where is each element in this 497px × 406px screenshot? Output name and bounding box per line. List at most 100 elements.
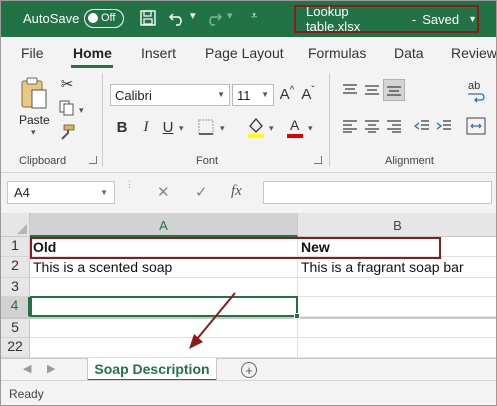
column-header-a[interactable]: A — [30, 213, 298, 237]
file-separator: - — [411, 11, 417, 27]
more-options-icon[interactable]: ⋮ — [125, 179, 134, 190]
name-box[interactable]: A4 ▼ — [7, 181, 115, 204]
underline-dropdown-icon[interactable]: ▾ — [179, 123, 184, 134]
tab-home[interactable]: Home — [73, 45, 112, 61]
file-name-box[interactable]: Lookup table.xlsx - Saved ▼ — [294, 4, 479, 34]
align-left-icon[interactable] — [341, 117, 359, 135]
underline-button[interactable]: U — [159, 117, 177, 137]
select-all-icon — [17, 224, 27, 234]
font-color-icon[interactable]: A — [285, 115, 305, 139]
row-header-5[interactable]: 5 — [1, 319, 30, 338]
status-text: Ready — [9, 387, 44, 401]
bold-button[interactable]: B — [113, 117, 131, 137]
chevron-down-icon: ▼ — [100, 188, 108, 197]
borders-dropdown-icon[interactable]: ▾ — [220, 123, 225, 134]
save-icon[interactable] — [138, 8, 158, 28]
cell-b1[interactable]: New — [298, 237, 496, 257]
cell-b3[interactable] — [298, 278, 496, 297]
sheet-tab-bar: ◀ ▶ Soap Description + — [1, 358, 496, 382]
cut-icon[interactable]: ✂ — [58, 75, 76, 93]
font-color-dropdown-icon[interactable]: ▾ — [308, 123, 313, 134]
bottom-align-icon[interactable] — [383, 79, 405, 101]
cell-b5[interactable] — [298, 319, 496, 338]
active-tab-indicator — [71, 65, 113, 68]
top-align-icon[interactable] — [341, 81, 359, 99]
cell-a3[interactable] — [30, 278, 298, 297]
clipboard-launcher-icon[interactable] — [89, 156, 97, 164]
autosave-state: Off — [101, 12, 116, 24]
copy-dropdown-icon[interactable]: ▾ — [79, 105, 84, 116]
tab-data[interactable]: Data — [394, 45, 424, 61]
cell-a2[interactable]: This is a scented soap — [30, 257, 298, 278]
svg-text:ab: ab — [468, 80, 480, 92]
scroll-left-icon[interactable]: ◀ — [23, 362, 31, 375]
autosave-toggle[interactable]: Off — [84, 9, 124, 28]
italic-button[interactable]: I — [137, 117, 155, 137]
select-all-button[interactable] — [1, 213, 30, 237]
font-launcher-icon[interactable] — [314, 156, 322, 164]
cell-a5[interactable] — [30, 319, 298, 338]
font-family-select[interactable]: Calibri ▼ — [110, 84, 230, 106]
column-header-b[interactable]: B — [298, 213, 496, 237]
undo-icon[interactable] — [167, 8, 187, 28]
cell-a22[interactable] — [30, 338, 298, 358]
ribbon: Paste ▾ ✂ ▾ Clipboard Calibri ▼ 11 ▼ A ^ … — [1, 69, 496, 173]
name-box-value: A4 — [14, 185, 30, 200]
font-size-select[interactable]: 11 ▼ — [232, 84, 274, 106]
row-header-2[interactable]: 2 — [1, 257, 30, 278]
tab-insert[interactable]: Insert — [141, 45, 176, 61]
fill-color-icon[interactable] — [245, 115, 267, 139]
enter-icon[interactable]: ✓ — [195, 183, 208, 201]
tab-formulas[interactable]: Formulas — [308, 45, 366, 61]
wrap-text-icon[interactable]: ab — [465, 79, 487, 103]
middle-align-icon[interactable] — [363, 81, 381, 99]
file-name: Lookup table.xlsx — [306, 4, 361, 34]
undo-dropdown-icon[interactable]: ▾ — [190, 9, 196, 22]
scroll-right-icon[interactable]: ▶ — [47, 362, 55, 375]
cell-a4[interactable] — [30, 297, 298, 317]
redo-dropdown-icon: ▾ — [227, 10, 233, 22]
copy-icon[interactable] — [58, 99, 76, 117]
redo-icon — [204, 8, 224, 28]
format-painter-icon[interactable] — [58, 123, 76, 141]
align-right-icon[interactable] — [385, 117, 403, 135]
frozen-row-divider — [1, 317, 496, 319]
increase-font-size-icon[interactable]: A ^ — [278, 83, 296, 105]
borders-icon[interactable] — [195, 117, 217, 137]
tab-file[interactable]: File — [21, 45, 44, 61]
ribbon-tabs: File Home Insert Page Layout Formulas Da… — [1, 37, 496, 69]
increase-indent-icon[interactable] — [435, 117, 453, 135]
formula-input[interactable] — [263, 181, 492, 204]
paste-label[interactable]: Paste — [19, 113, 50, 127]
excel-window: AutoSave Off ▾ ▾ ⩡ Lookup table.xlsx - S… — [0, 0, 497, 406]
paste-dropdown-icon[interactable]: ▾ — [31, 127, 36, 138]
formula-icons: ⋮ ✕ ✓ fx — [121, 179, 261, 204]
merge-center-icon[interactable] — [465, 115, 487, 137]
paste-icon[interactable] — [17, 75, 51, 113]
divider — [102, 73, 103, 167]
cancel-icon[interactable]: ✕ — [157, 183, 170, 201]
fill-color-dropdown-icon[interactable]: ▾ — [269, 123, 274, 134]
customize-toolbar-icon[interactable]: ⩡ — [251, 10, 257, 23]
row-header-4[interactable]: 4 — [1, 297, 30, 317]
tab-review[interactable]: Review — [451, 45, 496, 61]
status-bar: Ready — [1, 380, 496, 405]
sheet-tab-active[interactable]: Soap Description — [87, 358, 217, 382]
alignment-group-label: Alignment — [385, 155, 434, 167]
add-sheet-button[interactable]: + — [241, 362, 257, 378]
title-bar: AutoSave Off ▾ ▾ ⩡ Lookup table.xlsx - S… — [1, 1, 496, 37]
cell-b22[interactable] — [298, 338, 496, 358]
cell-b4[interactable] — [298, 297, 496, 317]
decrease-font-size-icon[interactable]: Aˇ — [299, 83, 317, 105]
row-header-3[interactable]: 3 — [1, 278, 30, 297]
align-center-icon[interactable] — [363, 117, 381, 135]
row-header-22[interactable]: 22 — [1, 338, 30, 358]
tab-page-layout[interactable]: Page Layout — [205, 45, 284, 61]
decrease-indent-icon[interactable] — [413, 117, 431, 135]
divider — [329, 73, 330, 167]
cell-a1[interactable]: Old — [30, 237, 298, 257]
formula-bar: A4 ▼ ⋮ ✕ ✓ fx — [1, 173, 496, 213]
row-header-1[interactable]: 1 — [1, 237, 30, 257]
insert-function-icon[interactable]: fx — [231, 183, 242, 200]
cell-b2[interactable]: This is a fragrant soap bar — [298, 257, 496, 278]
